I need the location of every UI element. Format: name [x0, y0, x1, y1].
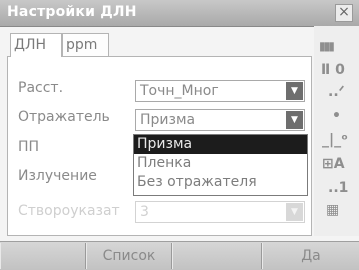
- guide-light-value: 3: [140, 204, 149, 220]
- tab-edm-label: ДЛН: [14, 37, 46, 53]
- target-zero-icon[interactable]: Ⅱ 0: [321, 62, 345, 78]
- softkey-1[interactable]: [0, 243, 86, 269]
- softkey-3[interactable]: [172, 243, 262, 269]
- dropdown-option-prism[interactable]: Призма: [134, 135, 307, 154]
- tilt-icon[interactable]: ..ᐟ: [328, 84, 345, 100]
- reflector-dropdown-list: Призма Пленка Без отражателя: [133, 134, 308, 196]
- dot-icon: •: [332, 108, 341, 124]
- chevron-down-icon[interactable]: ▼: [286, 111, 303, 129]
- emission-label: Излучение: [18, 168, 97, 184]
- reflector-label: Отражатель: [18, 109, 110, 125]
- reflector-value: Призма: [140, 112, 196, 128]
- guide-light-select: 3 ▼: [135, 201, 305, 223]
- list-button-label: Список: [102, 248, 156, 264]
- chevron-down-icon[interactable]: ▼: [286, 82, 303, 100]
- pp-label: ПП: [18, 139, 40, 155]
- guide-light-label: Створоуказат: [18, 203, 120, 219]
- list-button[interactable]: Список: [86, 243, 172, 269]
- tab-ppm[interactable]: ppm: [62, 33, 109, 57]
- status-sidebar: ▮▮▮ Ⅱ 0 ..ᐟ • _|_ᵒ ⊞A ..1 ▦: [314, 26, 359, 236]
- yes-button[interactable]: Да: [262, 243, 359, 269]
- dropdown-option-sheet[interactable]: Пленка: [134, 154, 307, 173]
- distance-mode-label: Расст.: [18, 80, 64, 96]
- title-bar: Настройки ДЛН ×: [0, 0, 359, 27]
- tab-ppm-label: ppm: [66, 37, 98, 53]
- distance-mode-value: Точн_Мног: [140, 83, 219, 99]
- distance-mode-select[interactable]: Точн_Мног ▼: [135, 80, 305, 102]
- prism-target-icon[interactable]: _|_ᵒ: [322, 132, 348, 148]
- yes-button-label: Да: [301, 248, 321, 264]
- tab-edm[interactable]: ДЛН: [10, 33, 62, 57]
- close-icon[interactable]: ×: [335, 4, 353, 22]
- page-indicator-icon[interactable]: ..1: [328, 180, 348, 196]
- keyboard-icon[interactable]: ▦: [326, 202, 339, 218]
- battery-icon: ▮▮▮: [319, 39, 335, 53]
- window-title: Настройки ДЛН: [7, 4, 137, 20]
- dropdown-option-reflectorless[interactable]: Без отражателя: [134, 173, 307, 192]
- reflector-select[interactable]: Призма ▼: [135, 109, 305, 131]
- chevron-down-icon: ▼: [286, 203, 303, 221]
- input-mode-icon[interactable]: ⊞A: [322, 156, 345, 172]
